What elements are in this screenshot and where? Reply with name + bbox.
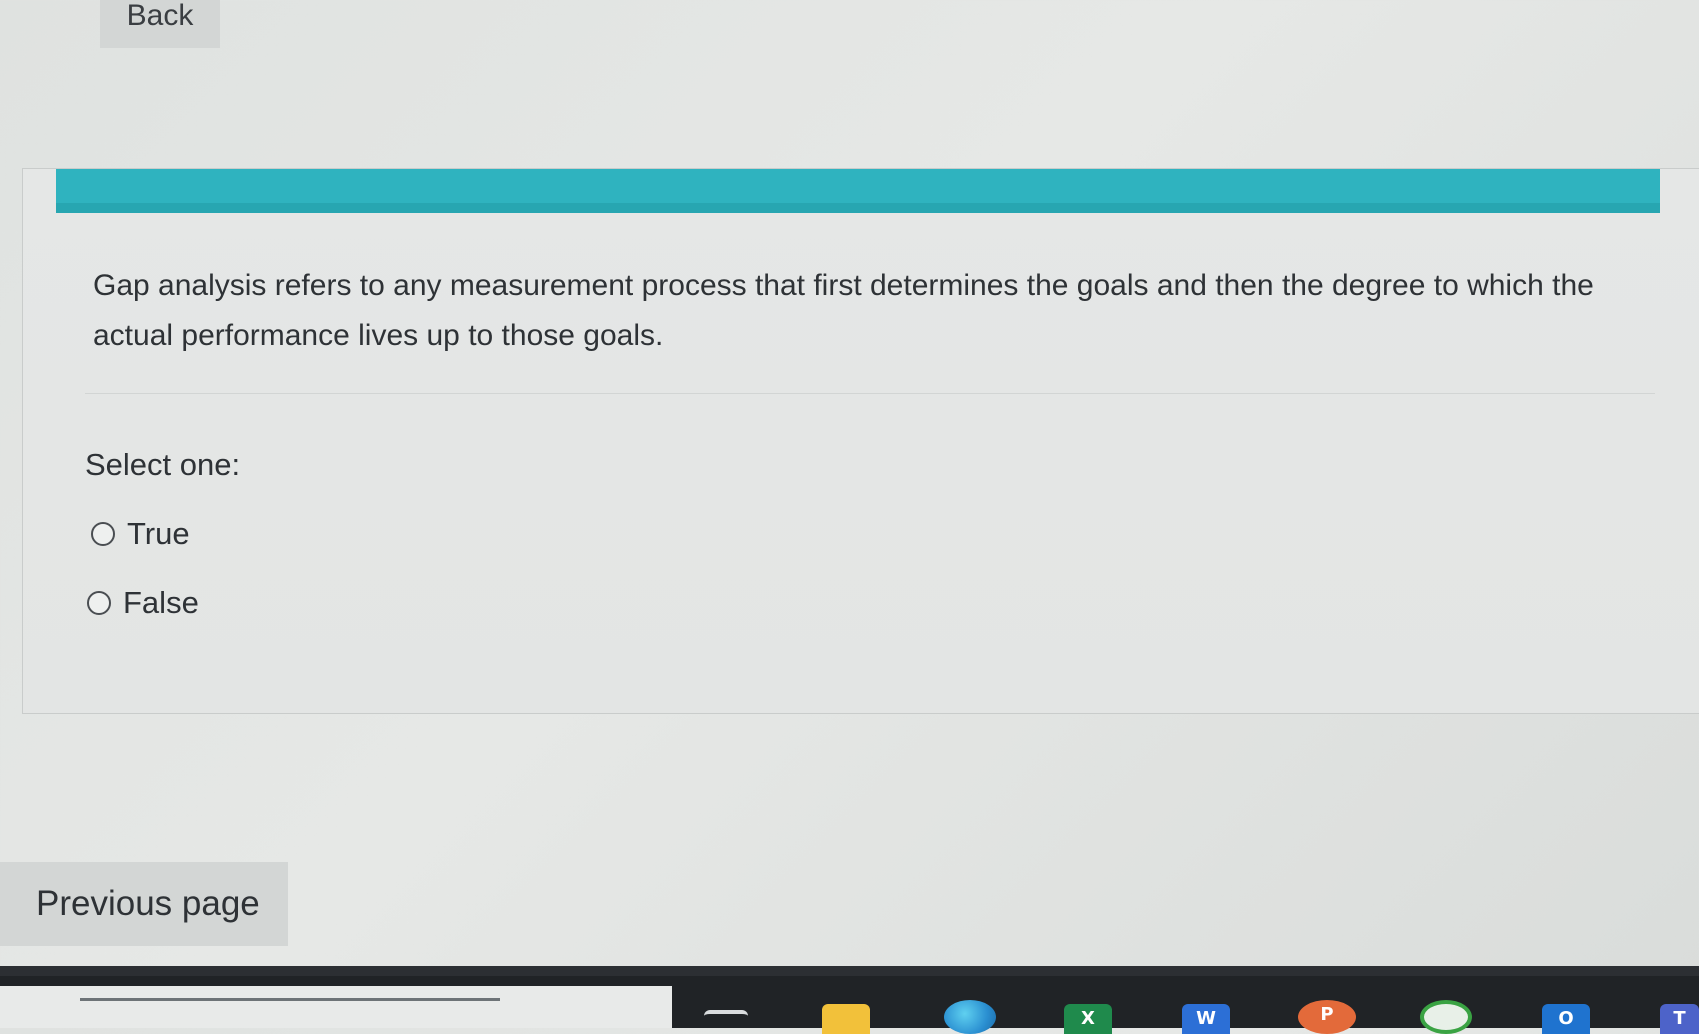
back-button[interactable]: Back xyxy=(100,0,220,48)
outlook-icon-letter: O xyxy=(1558,1008,1574,1029)
task-view-icon[interactable] xyxy=(704,1010,748,1034)
select-one-prompt: Select one: xyxy=(85,447,241,482)
search-box-underline xyxy=(80,998,500,1001)
question-header-bar-shade xyxy=(56,203,1660,213)
previous-page-button[interactable]: Previous page xyxy=(0,862,288,946)
outlook-icon[interactable]: O xyxy=(1542,1004,1590,1034)
option-true[interactable]: True xyxy=(91,516,190,552)
word-icon-letter: W xyxy=(1196,1008,1216,1029)
taskbar-search-box[interactable] xyxy=(0,986,672,1028)
taskbar-top-edge xyxy=(0,966,1699,976)
option-true-label[interactable]: True xyxy=(127,516,190,552)
excel-icon[interactable]: X xyxy=(1064,1004,1112,1034)
powerpoint-icon[interactable]: P xyxy=(1298,1000,1356,1034)
powerpoint-icon-letter: P xyxy=(1320,1004,1334,1025)
excel-icon-letter: X xyxy=(1081,1008,1095,1029)
question-divider xyxy=(85,393,1655,394)
word-icon[interactable]: W xyxy=(1182,1004,1230,1034)
taskbar: X W P O T xyxy=(0,966,1699,1034)
question-text: Gap analysis refers to any measurement p… xyxy=(93,269,1594,352)
xbox-icon[interactable] xyxy=(1420,1000,1472,1034)
option-false-label[interactable]: False xyxy=(123,585,199,621)
teams-icon[interactable]: T xyxy=(1660,1004,1699,1034)
option-false[interactable]: False xyxy=(87,585,199,621)
question-card: Gap analysis refers to any measurement p… xyxy=(22,168,1699,714)
teams-icon-letter: T xyxy=(1673,1008,1686,1029)
file-explorer-icon[interactable] xyxy=(822,1004,870,1034)
radio-true[interactable] xyxy=(91,522,115,546)
radio-false[interactable] xyxy=(87,591,111,615)
question-header-bar xyxy=(56,169,1660,213)
edge-icon[interactable] xyxy=(944,1000,996,1034)
